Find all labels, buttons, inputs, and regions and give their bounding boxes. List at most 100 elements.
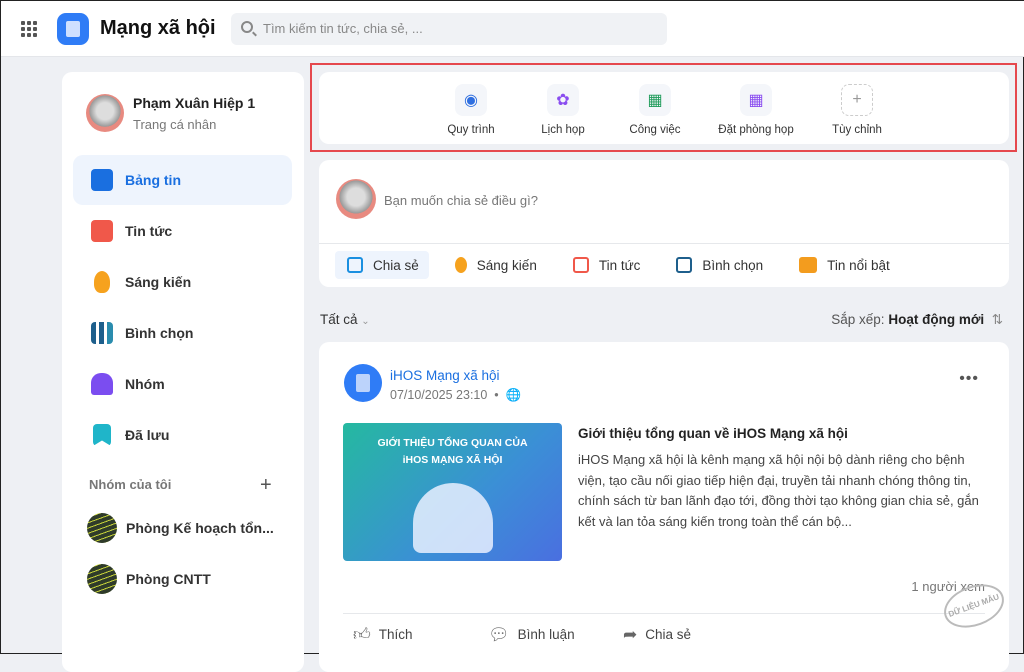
newsfeed-icon bbox=[91, 169, 113, 191]
quick-label: Đặt phòng họp bbox=[718, 124, 794, 136]
group-users-icon bbox=[91, 373, 113, 395]
button-label: Bình chọn bbox=[702, 257, 764, 273]
button-label: Tin nổi bật bbox=[827, 257, 890, 273]
more-options-icon[interactable]: ••• bbox=[959, 370, 979, 388]
button-label: Sáng kiến bbox=[476, 257, 537, 273]
news-button[interactable]: Tin tức bbox=[561, 251, 651, 279]
sort-value: Hoạt động mới bbox=[888, 312, 985, 327]
post-time: 07/10/2025 23:10 • 🌐 bbox=[390, 388, 522, 402]
author-avatar[interactable] bbox=[344, 364, 382, 402]
share-button[interactable]: Chia sẻ bbox=[335, 251, 429, 279]
group-item[interactable]: Phòng Kế hoạch tổn... bbox=[87, 513, 274, 543]
megaphone-icon bbox=[799, 257, 818, 273]
news-icon bbox=[572, 257, 589, 273]
search-icon bbox=[241, 21, 253, 33]
divider bbox=[319, 243, 1009, 244]
profile-avatar[interactable] bbox=[86, 94, 124, 132]
quick-access-bar: ◉ Quy trình ✿ Lịch họp ▦ Công việc ▦ Đặt phò… bbox=[319, 72, 1009, 144]
sidebar-item-label: Nhóm bbox=[125, 376, 165, 392]
comment-icon: 💬︎ bbox=[488, 624, 510, 644]
lightbulb-icon bbox=[454, 257, 467, 273]
filter-value: Tất cả bbox=[320, 312, 358, 327]
group-name: Phòng CNTT bbox=[126, 571, 211, 587]
calendar-check-icon: ▦ bbox=[639, 84, 671, 116]
poll-chart-icon bbox=[91, 322, 113, 344]
globe-icon: 🌐 bbox=[505, 388, 522, 402]
sidebar-item-binh-chon[interactable]: Bình chọn bbox=[73, 308, 292, 358]
like-button[interactable]: 👍︎ Thích bbox=[353, 624, 488, 645]
post-body: iHOS Mạng xã hội là kênh mạng xã hội nội… bbox=[578, 452, 979, 529]
workflow-icon: ◉ bbox=[455, 84, 487, 116]
sidebar-item-nhom[interactable]: Nhóm bbox=[73, 359, 292, 409]
quick-label: Lịch họp bbox=[541, 124, 585, 136]
sidebar-item-label: Tin tức bbox=[125, 223, 173, 239]
chevron-down-icon: ⌄ bbox=[361, 316, 370, 327]
divider bbox=[343, 613, 985, 614]
sidebar-item-label: Đã lưu bbox=[125, 427, 170, 443]
quick-lich-hop[interactable]: ✿ Lịch họp bbox=[527, 84, 599, 144]
thumbs-up-icon: 👍︎ bbox=[353, 625, 371, 644]
share-icon bbox=[347, 257, 363, 273]
sidebar-item-label: Bình chọn bbox=[125, 325, 194, 341]
button-label: Tin tức bbox=[598, 257, 641, 273]
post-card: iHOS Mạng xã hội 07/10/2025 23:10 • 🌐 ••… bbox=[319, 342, 1009, 672]
sidebar: Phạm Xuân Hiệp 1 Trang cá nhân Bảng tin … bbox=[62, 72, 304, 672]
post-author[interactable]: iHOS Mạng xã hội bbox=[390, 368, 500, 383]
app-logo-icon bbox=[57, 13, 89, 45]
quick-label: Công việc bbox=[629, 124, 681, 136]
sort-arrows-icon: ⇅ bbox=[991, 312, 1003, 327]
button-label: Chia sẻ bbox=[373, 257, 419, 273]
sidebar-item-label: Bảng tin bbox=[125, 172, 181, 188]
top-bar: Mạng xã hội Tìm kiếm tin tức, chia sẻ, .… bbox=[1, 1, 1024, 57]
quick-cong-viec[interactable]: ▦ Công việc bbox=[619, 84, 691, 144]
sidebar-item-da-luu[interactable]: Đã lưu bbox=[73, 410, 292, 460]
post-timestamp: 07/10/2025 23:10 bbox=[390, 388, 488, 402]
group-name: Phòng Kế hoạch tổn... bbox=[126, 520, 274, 536]
post-image[interactable]: GIỚI THIỆU TỔNG QUAN CỦA iHOS MẠNG XÃ HỘ… bbox=[343, 423, 562, 561]
lightbulb-icon bbox=[94, 271, 110, 293]
quick-tuy-chinh[interactable]: + Tùy chỉnh bbox=[821, 84, 893, 144]
poll-button[interactable]: Bình chọn bbox=[664, 251, 773, 279]
user-avatar bbox=[336, 179, 376, 219]
action-label: Bình luận bbox=[517, 627, 575, 642]
sidebar-item-sang-kien[interactable]: Sáng kiến bbox=[73, 257, 292, 307]
group-avatar bbox=[87, 513, 117, 543]
quick-label: Tùy chỉnh bbox=[832, 124, 882, 136]
share-post-button[interactable]: ➦ Chia sẻ bbox=[623, 624, 758, 645]
sidebar-item-label: Sáng kiến bbox=[125, 274, 192, 290]
quick-quy-trinh[interactable]: ◉ Quy trình bbox=[435, 84, 507, 144]
news-icon bbox=[91, 220, 113, 242]
add-group-plus-icon[interactable]: + bbox=[260, 474, 272, 497]
profile-link[interactable]: Trang cá nhân bbox=[133, 117, 216, 132]
image-caption: GIỚI THIỆU TỔNG QUAN CỦA iHOS MẠNG XÃ HỘ… bbox=[377, 437, 528, 466]
group-avatar bbox=[87, 564, 117, 594]
room-booking-icon: ▦ bbox=[740, 84, 772, 116]
highlight-news-button[interactable]: Tin nổi bật bbox=[787, 251, 900, 279]
share-arrow-icon: ➦ bbox=[623, 624, 638, 644]
apps-grid-icon[interactable] bbox=[21, 21, 37, 37]
sort-control[interactable]: Sắp xếp: Hoạt động mới ⇅ bbox=[831, 312, 1003, 328]
poll-chart-icon bbox=[676, 257, 693, 273]
app-title: Mạng xã hội bbox=[100, 17, 216, 39]
bookmark-icon bbox=[93, 424, 111, 446]
group-item[interactable]: Phòng CNTT bbox=[87, 564, 211, 594]
post-title[interactable]: Giới thiệu tổng quan về iHOS Mạng xã hội bbox=[578, 426, 848, 441]
post-composer: Bạn muốn chia sẻ điều gì? Chia sẻ Sáng k… bbox=[319, 160, 1009, 287]
sidebar-item-tin-tuc[interactable]: Tin tức bbox=[73, 206, 292, 256]
composer-input[interactable]: Bạn muốn chia sẻ điều gì? bbox=[384, 193, 538, 208]
plus-icon: + bbox=[841, 84, 873, 116]
feed-filter-dropdown[interactable]: Tất cả ⌄ bbox=[320, 312, 370, 327]
action-label: Thích bbox=[378, 627, 413, 642]
profile-name[interactable]: Phạm Xuân Hiệp 1 bbox=[133, 95, 255, 111]
quick-dat-phong-hop[interactable]: ▦ Đặt phòng họp bbox=[711, 84, 801, 144]
meeting-icon: ✿ bbox=[547, 84, 579, 116]
search-placeholder: Tìm kiếm tin tức, chia sẻ, ... bbox=[263, 21, 423, 36]
sort-label: Sắp xếp: bbox=[831, 312, 885, 327]
illustration bbox=[413, 483, 493, 553]
my-groups-heading: Nhóm của tôi bbox=[89, 477, 172, 492]
quick-label: Quy trình bbox=[447, 124, 495, 136]
initiative-button[interactable]: Sáng kiến bbox=[443, 251, 547, 279]
search-input[interactable]: Tìm kiếm tin tức, chia sẻ, ... bbox=[231, 13, 667, 45]
comment-button[interactable]: 💬︎ Bình luận bbox=[488, 624, 623, 645]
sidebar-item-bang-tin[interactable]: Bảng tin bbox=[73, 155, 292, 205]
